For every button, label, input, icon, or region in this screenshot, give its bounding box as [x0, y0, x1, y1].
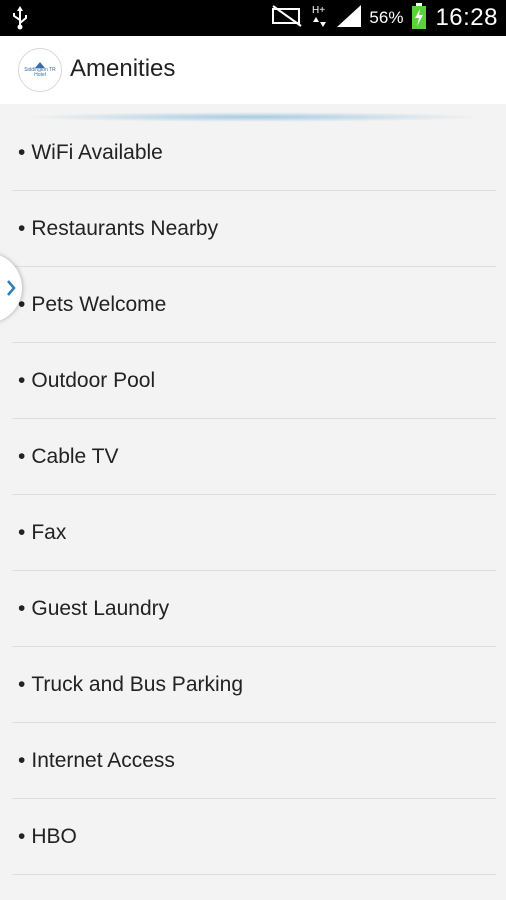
logo-text-line: Hotel — [34, 72, 46, 78]
bullet: • — [18, 596, 26, 620]
status-bar: H+ 56% 16:28 — [0, 0, 506, 36]
data-h-plus-icon: H+ — [311, 3, 329, 34]
list-item: • Truck and Bus Parking — [12, 647, 496, 723]
page-title: Amenities — [70, 55, 176, 82]
list-item: • WiFi Available — [12, 115, 496, 191]
amenity-label: Cable TV — [31, 444, 119, 468]
amenity-label: Restaurants Nearby — [31, 216, 219, 240]
battery-charging-icon — [411, 2, 427, 34]
amenity-label: WiFi Available — [31, 140, 163, 164]
bullet: • — [18, 824, 26, 848]
bullet: • — [18, 368, 26, 392]
amenity-label: Truck and Bus Parking — [31, 672, 244, 696]
app-bar: Siddington TR Hotel Amenities — [0, 36, 506, 104]
bullet: • — [18, 672, 26, 696]
chevron-right-icon — [7, 280, 16, 296]
bullet: • — [18, 444, 26, 468]
clock: 16:28 — [435, 4, 498, 31]
amenities-list: • WiFi Available • Restaurants Nearby • Pet… — [12, 115, 496, 875]
bullet: • — [18, 140, 26, 164]
amenity-label: HBO — [31, 824, 77, 848]
list-item: • Restaurants Nearby — [12, 191, 496, 267]
bullet: • — [18, 748, 26, 772]
battery-percent: 56% — [369, 8, 404, 27]
list-item: • Fax — [12, 495, 496, 571]
status-icons: H+ 56% 16:28 — [271, 0, 498, 36]
amenity-label: Pets Welcome — [31, 292, 167, 316]
amenity-label: Internet Access — [31, 748, 175, 772]
list-item: • Pets Welcome — [12, 267, 496, 343]
list-item: • Outdoor Pool — [12, 343, 496, 419]
bullet: • — [18, 216, 26, 240]
signal-icon — [337, 4, 362, 32]
hotel-logo[interactable]: Siddington TR Hotel — [18, 48, 62, 92]
list-item: • Cable TV — [12, 419, 496, 495]
mute-icon — [271, 4, 303, 32]
svg-text:H+: H+ — [312, 5, 325, 16]
list-item: • Guest Laundry — [12, 571, 496, 647]
amenity-label: Outdoor Pool — [31, 368, 156, 392]
amenity-label: Guest Laundry — [31, 596, 170, 620]
usb-icon — [10, 6, 30, 35]
list-item: • HBO — [12, 799, 496, 875]
amenity-label: Fax — [31, 520, 67, 544]
bullet: • — [18, 520, 26, 544]
list-item: • Internet Access — [12, 723, 496, 799]
